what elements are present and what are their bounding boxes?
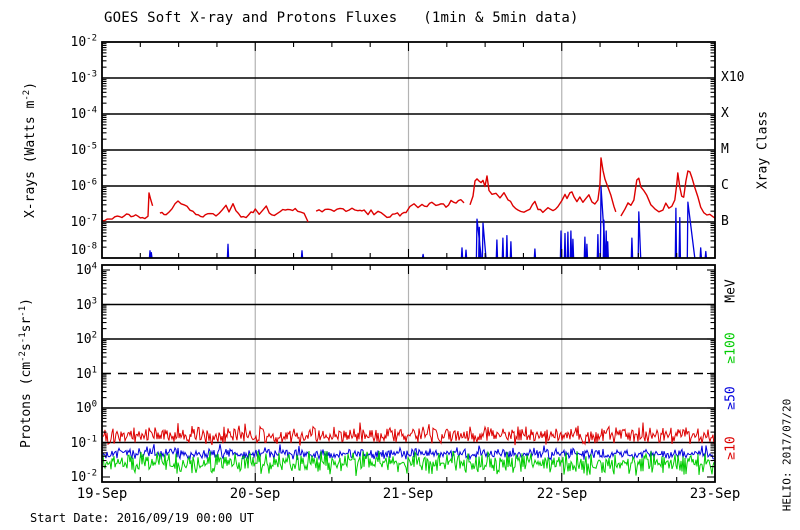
ytick-label-proton: 102 — [75, 330, 97, 347]
xray-short-series — [678, 217, 682, 258]
helio-watermark: HELIO: 2017/07/20 — [780, 398, 794, 512]
xray-short-series — [583, 236, 587, 258]
start-date-label: Start Date: 2016/09/19 00:00 UT — [30, 511, 254, 525]
ytick-label-xray: 10-6 — [70, 177, 98, 194]
xtick-label-23sep: 23-Sep — [689, 486, 741, 502]
ytick-label-xray: 10-8 — [70, 241, 98, 258]
xray-long-series — [469, 157, 617, 214]
xray-long-series — [102, 192, 154, 222]
xray-short-series — [602, 219, 606, 258]
xray-class-axis-label: Xray Class — [755, 110, 771, 190]
xray-short-series — [509, 241, 513, 258]
xray-short-series — [674, 207, 678, 258]
xray-class-b: B — [721, 213, 729, 229]
xray-short-series — [533, 248, 537, 258]
xray-short-series — [505, 235, 509, 258]
xray-short-series — [596, 233, 600, 258]
proton-axis-label: Protons (cm-2s-1sr-1) — [17, 298, 35, 448]
xtick-label-20sep: 20-Sep — [229, 486, 281, 502]
xray-short-series — [495, 239, 499, 258]
xray-short-series — [501, 237, 505, 258]
ytick-label-proton: 10-2 — [70, 468, 98, 485]
xtick-label-19sep: 19-Sep — [76, 486, 128, 502]
xray-short-series — [464, 249, 468, 258]
chart-title: GOES Soft X-ray and Protons Fluxes (1min… — [104, 10, 579, 26]
xray-short-series — [704, 250, 708, 258]
xtick-label-21sep: 21-Sep — [382, 486, 434, 502]
ytick-label-xray: 10-5 — [70, 141, 98, 158]
ytick-label-proton: 10-1 — [70, 434, 98, 451]
xray-class-m: M — [721, 141, 729, 157]
xray-short-series — [566, 231, 570, 258]
xray-short-series — [563, 232, 567, 258]
xray-short-series — [460, 247, 464, 258]
ytick-label-proton: 100 — [75, 399, 97, 416]
ytick-label-proton: 103 — [75, 296, 97, 313]
goes-flux-monitor: GOES Soft X-ray and Protons Fluxes (1min… — [0, 0, 800, 530]
proton-energy-label-1: ≥100 — [723, 332, 739, 364]
xray-short-series — [569, 230, 573, 258]
xray-short-series — [630, 237, 634, 258]
xray-class-c: C — [721, 177, 729, 193]
ytick-label-xray: 10-7 — [70, 213, 98, 230]
xray-axis-label: X-rays (Watts m-2) — [21, 81, 39, 219]
xray-short-series — [637, 211, 642, 258]
ytick-label-xray: 10-2 — [70, 33, 98, 50]
xray-long-series — [620, 170, 715, 219]
xray-short-series — [478, 226, 481, 258]
proton-energy-label-2: ≥50 — [723, 386, 739, 410]
ytick-label-proton: 104 — [75, 261, 97, 278]
ytick-label-xray: 10-3 — [70, 69, 98, 86]
xray-short-series — [571, 238, 575, 258]
xray-short-series — [585, 243, 589, 258]
xray-class-x: X — [721, 105, 729, 121]
proton-energy-label-0: MeV — [723, 279, 739, 303]
xray-class-x10: X10 — [721, 69, 745, 85]
xray-short-series — [606, 241, 609, 258]
xray-long-series — [159, 200, 309, 223]
proton-energy-label-3: ≥10 — [723, 436, 739, 460]
ytick-label-xray: 10-4 — [70, 105, 98, 122]
xray-proton-chart — [101, 41, 716, 483]
xtick-label-22sep: 22-Sep — [536, 486, 588, 502]
xray-short-series — [226, 243, 230, 258]
xray-short-series — [300, 250, 304, 258]
xray-long-series — [315, 198, 465, 219]
xray-short-series — [686, 201, 696, 258]
xray-short-series — [699, 247, 703, 258]
xray-short-series — [481, 222, 487, 258]
ytick-label-proton: 101 — [75, 365, 97, 382]
